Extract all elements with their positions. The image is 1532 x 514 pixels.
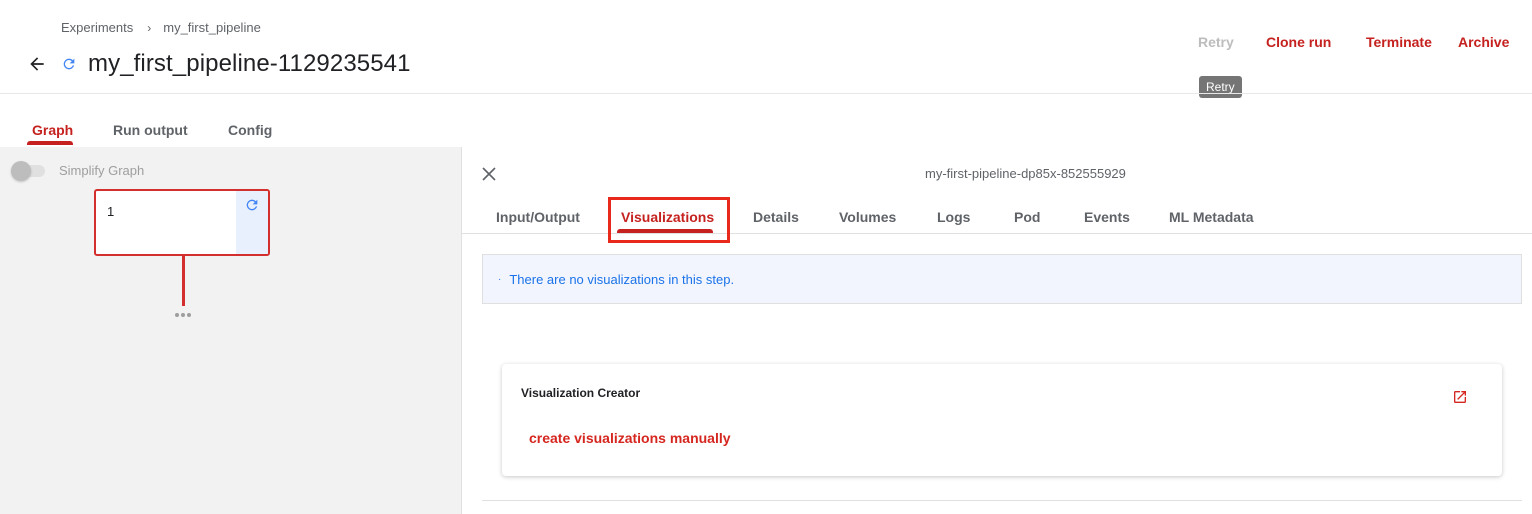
create-visualizations-link[interactable]: create visualizations manually xyxy=(529,430,731,446)
more-horizontal-icon[interactable] xyxy=(175,313,191,317)
run-tabs: Graph Run output Config xyxy=(0,112,1532,147)
step-name: my-first-pipeline-dp85x-852555929 xyxy=(925,166,1126,181)
tab-pod[interactable]: Pod xyxy=(1014,209,1040,225)
simplify-graph-label: Simplify Graph xyxy=(59,163,145,178)
breadcrumb-separator: › xyxy=(147,20,152,35)
node-label: 1 xyxy=(107,204,115,219)
running-refresh-icon xyxy=(246,199,258,211)
tab-volumes[interactable]: Volumes xyxy=(839,209,896,225)
tab-run-output[interactable]: Run output xyxy=(113,122,188,138)
open-in-new-icon[interactable] xyxy=(1452,389,1468,405)
terminate-button[interactable]: Terminate xyxy=(1366,34,1432,50)
info-bullet: · xyxy=(498,273,502,285)
tab-ml-metadata[interactable]: ML Metadata xyxy=(1169,209,1254,225)
clone-run-button[interactable]: Clone run xyxy=(1266,34,1331,50)
tab-details[interactable]: Details xyxy=(753,209,799,225)
card-title: Visualization Creator xyxy=(521,386,641,400)
tab-input-output[interactable]: Input/Output xyxy=(496,209,580,225)
running-status-icon xyxy=(61,56,77,72)
graph-edge xyxy=(182,256,185,306)
retry-tooltip: Retry xyxy=(1199,76,1242,98)
node-status xyxy=(236,191,268,254)
section-divider xyxy=(482,500,1522,501)
toggle-thumb xyxy=(11,161,31,181)
close-icon[interactable] xyxy=(481,166,497,182)
header-divider xyxy=(0,93,1532,94)
breadcrumb-experiment-name[interactable]: my_first_pipeline xyxy=(163,20,261,35)
tab-events[interactable]: Events xyxy=(1084,209,1130,225)
active-tab-indicator xyxy=(27,141,73,145)
page-title: my_first_pipeline-1129235541 xyxy=(88,50,411,77)
simplify-graph-toggle[interactable] xyxy=(11,161,45,181)
tab-graph[interactable]: Graph xyxy=(32,122,73,138)
info-message: There are no visualizations in this step… xyxy=(509,271,735,287)
tab-logs[interactable]: Logs xyxy=(937,209,970,225)
breadcrumb-experiments[interactable]: Experiments xyxy=(61,20,133,35)
tab-config[interactable]: Config xyxy=(228,122,272,138)
graph-node[interactable]: 1 xyxy=(94,189,270,256)
title-row: my_first_pipeline-1129235541 xyxy=(26,50,411,78)
step-detail-tabs: Input/Output Visualizations Details Volu… xyxy=(462,197,1532,243)
visualization-creator-card: Visualization Creator create visualizati… xyxy=(502,364,1502,476)
run-details-page: Experiments › my_first_pipeline my_first… xyxy=(0,0,1532,514)
info-banner: · There are no visualizations in this st… xyxy=(482,254,1522,304)
breadcrumb: Experiments › my_first_pipeline xyxy=(61,20,261,35)
tab-visualizations[interactable]: Visualizations xyxy=(621,209,714,225)
arrow-back-icon[interactable] xyxy=(26,53,48,75)
graph-panel: Simplify Graph 1 xyxy=(0,147,462,514)
active-tab-indicator xyxy=(617,229,713,233)
retry-button[interactable]: Retry xyxy=(1198,34,1234,50)
step-side-panel: my-first-pipeline-dp85x-852555929 Input/… xyxy=(462,147,1532,514)
archive-button[interactable]: Archive xyxy=(1458,34,1509,50)
